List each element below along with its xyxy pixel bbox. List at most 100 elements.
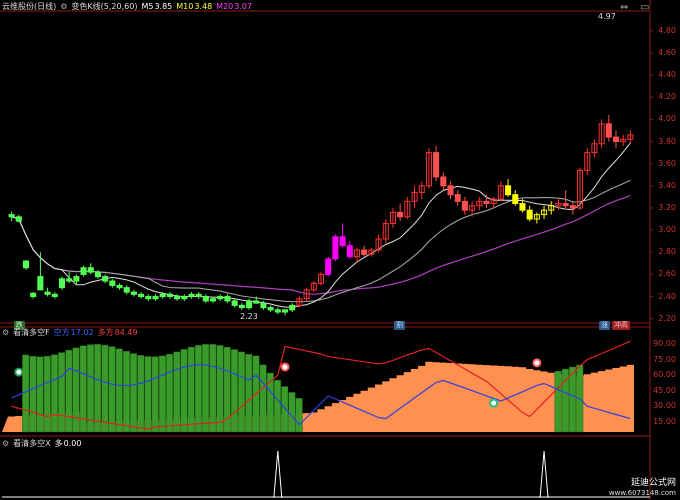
candle-body	[569, 205, 576, 209]
price-tick-label: 2.40	[658, 291, 676, 301]
signal-marker	[280, 362, 290, 372]
candle-body	[109, 280, 116, 286]
panel1-header: 云维股份(日线) ⚙ 变色K线(5,20,60) M53.85 M103.48 M203.…	[2, 2, 256, 12]
ma10-value: 3.48	[194, 2, 213, 11]
candle-body	[15, 216, 22, 222]
candle-body	[58, 278, 65, 289]
price-tick-label: 4.40	[658, 70, 676, 80]
ma20-value: 3.07	[234, 2, 253, 11]
bull-bar	[187, 346, 195, 433]
bull-bar	[137, 355, 145, 433]
candle-body	[461, 200, 468, 211]
panel3-title[interactable]: 看清多空X	[13, 439, 50, 448]
candle-body	[94, 271, 101, 278]
short-value: 17.02	[70, 328, 94, 337]
indicator-tick-label: 45.00	[653, 385, 676, 395]
bull-bar	[65, 349, 73, 433]
indicator-tick-label: 90.00	[653, 339, 676, 349]
bull-bar	[281, 386, 289, 433]
candle-body	[51, 293, 58, 298]
panel2-title[interactable]: 看清多空F	[13, 328, 50, 337]
candle-body	[325, 258, 332, 275]
candle-body	[37, 276, 44, 291]
bull-bar	[158, 355, 166, 433]
bull-bar	[144, 356, 152, 433]
indicator-tick-label: 30.00	[653, 401, 676, 411]
watermark-url: www.6073148.com	[608, 489, 676, 497]
tag-cut: 割	[394, 321, 405, 330]
arrows-icon[interactable]: ⇔	[620, 2, 628, 13]
bull-bar	[101, 344, 109, 433]
bull-bar	[238, 351, 246, 433]
candle-body	[505, 185, 512, 196]
signal-marker	[489, 398, 499, 408]
candle-body	[246, 300, 253, 309]
gear-icon[interactable]: ⚙	[2, 328, 9, 337]
gear-icon[interactable]: ⚙	[2, 439, 9, 448]
candle-body	[195, 293, 202, 298]
signal-label: 多	[54, 439, 63, 448]
window-icon[interactable]: ▭	[640, 2, 649, 13]
bull-bar	[36, 356, 44, 433]
bull-bar	[180, 349, 188, 433]
candle-body	[483, 200, 490, 205]
candle-body	[30, 292, 37, 298]
ma5-value: 3.85	[154, 2, 173, 11]
bull-bar	[94, 344, 102, 433]
bull-bar	[173, 351, 181, 433]
candle-body	[289, 304, 296, 311]
short-label: 空方	[53, 328, 70, 337]
watermark-title: 延迪公式网	[630, 478, 676, 488]
bull-bar	[216, 345, 224, 433]
bull-bar	[166, 353, 174, 433]
bull-bar	[115, 348, 123, 433]
candle-body	[102, 276, 109, 282]
price-tick-label: 3.40	[658, 180, 676, 190]
candle-body	[440, 176, 447, 187]
bull-bar	[245, 353, 253, 433]
candle-body	[332, 236, 339, 260]
signal-marker	[14, 367, 24, 377]
signal-spike	[273, 450, 283, 499]
ma5-label: M5	[141, 2, 154, 11]
price-tick-label: 3.20	[658, 202, 676, 212]
bull-bar	[72, 347, 80, 433]
bull-bar	[130, 353, 138, 433]
low-price-label: 2.23	[240, 312, 258, 321]
price-tick-label: 3.80	[658, 136, 676, 146]
bull-bar	[86, 344, 94, 433]
chart-canvas[interactable]	[0, 0, 680, 500]
bull-bar	[29, 356, 37, 433]
candle-body	[66, 278, 73, 282]
ma10-label: M10	[176, 2, 194, 11]
candle-body	[202, 296, 209, 302]
long-label: 多方	[97, 328, 114, 337]
candle-body	[181, 296, 188, 300]
bull-bar	[259, 364, 267, 433]
bull-bar	[274, 379, 282, 433]
candle-body	[224, 296, 231, 302]
candle-body	[238, 304, 245, 309]
candle-body	[433, 152, 440, 178]
indicator-tick-label: 75.00	[653, 354, 676, 364]
candle-body	[123, 287, 130, 293]
candle-body	[44, 291, 51, 295]
candle-body	[562, 203, 569, 207]
bull-bar	[230, 349, 238, 433]
tag-surge: 冲高	[612, 321, 630, 330]
candle-body	[210, 298, 217, 302]
candle-body	[8, 214, 15, 218]
candle-body	[346, 245, 353, 258]
candle-body	[397, 211, 404, 218]
candle-body	[87, 267, 94, 273]
price-tick-label: 4.60	[658, 47, 676, 57]
long-value: 84.49	[114, 328, 138, 337]
candle-body	[22, 260, 30, 269]
gear-icon[interactable]: ⚙	[60, 2, 67, 11]
bull-bar	[569, 366, 577, 433]
indicator-tick-label: 15.00	[653, 416, 676, 426]
candle-body	[605, 123, 612, 138]
price-tick-label: 2.60	[658, 269, 676, 279]
price-tick-label: 3.00	[658, 225, 676, 235]
stock-name[interactable]: 云维股份(日线)	[2, 2, 56, 11]
